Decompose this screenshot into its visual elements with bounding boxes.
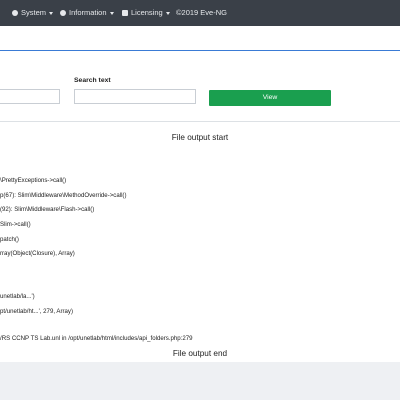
copyright-text: ©2019 Eve-NG: [176, 0, 227, 26]
chevron-down-icon: [109, 11, 114, 15]
log-line: pt/unetlab/ht...', 279, Array): [0, 308, 73, 315]
nav-item-information[interactable]: Information: [60, 0, 114, 26]
nav-item-system-label: System: [21, 8, 47, 17]
divider: [0, 121, 400, 122]
file-output-end-title: File output end: [172, 349, 228, 358]
view-button[interactable]: View: [209, 90, 331, 106]
nav-item-system[interactable]: System: [12, 0, 54, 26]
nav-item-information-label: Information: [69, 8, 107, 17]
log-line: \PrettyExceptions->call(): [0, 177, 67, 184]
chevron-down-icon: [165, 11, 170, 15]
main-content: Search text View File output start \Pret…: [0, 51, 400, 362]
search-text-label: Search text: [74, 77, 111, 84]
nav-item-licensing-label: Licensing: [131, 8, 163, 17]
search-text-input[interactable]: [74, 89, 196, 104]
top-navbar: System Information Licensing ©2019 Eve-N…: [0, 0, 400, 26]
info-icon: [60, 10, 66, 16]
log-line: p(67): Slim\Middleware\MethodOverride->c…: [0, 192, 127, 199]
copyright-label: ©2019 Eve-NG: [176, 8, 227, 17]
page: System Information Licensing ©2019 Eve-N…: [0, 0, 400, 400]
page-header: [0, 26, 400, 51]
license-icon: [122, 10, 128, 16]
chevron-down-icon: [49, 11, 54, 15]
nav-item-licensing[interactable]: Licensing: [122, 0, 170, 26]
footer-area: [0, 362, 400, 400]
gear-icon: [12, 10, 18, 16]
log-line: unetlab/la...'): [0, 293, 35, 300]
log-line: /RS CCNP TS Lab.unl in /opt/unetlab/html…: [0, 335, 193, 342]
log-line: Slim->call(): [0, 221, 31, 228]
log-line: patch(): [0, 236, 19, 243]
log-line: (92): Slim\Middleware\Flash->call(): [0, 206, 95, 213]
file-output-start-title: File output start: [171, 133, 229, 142]
filter-input[interactable]: [0, 89, 60, 104]
log-line: rray(Object(Closure), Array): [0, 250, 75, 257]
